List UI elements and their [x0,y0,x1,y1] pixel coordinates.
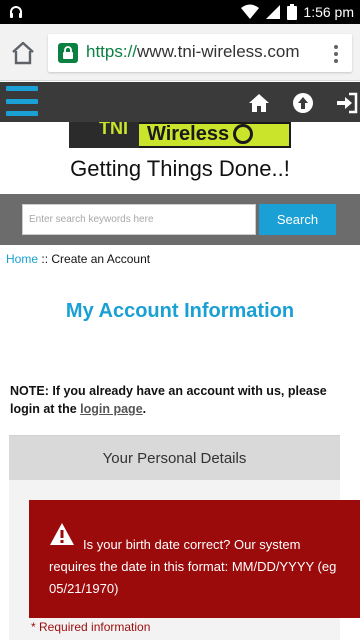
alert-message: Is your birth date correct? Our system r… [49,537,337,596]
required-info-label: * Required information [31,620,151,634]
site-navbar [0,82,360,122]
url-text: https://www.tni-wireless.com [86,42,300,62]
note-text: NOTE: If you already have an account wit… [10,384,327,416]
status-time: 1:56 pm [303,4,354,20]
overflow-menu-icon[interactable] [326,43,346,65]
headset-icon [10,6,22,18]
logo-text: Wireless [147,123,230,145]
scroll-up-icon[interactable] [292,92,314,114]
login-icon[interactable] [336,92,358,114]
breadcrumb-separator: :: [41,252,49,266]
page-title: My Account Information [65,300,295,322]
home-nav-icon[interactable] [248,92,270,114]
screen: 1:56 pm https://www.tni-wireless.com TNI… [0,0,360,640]
login-page-link[interactable]: login page [80,402,143,416]
breadcrumb: Home :: Create an Account [6,252,150,266]
site-tagline: Getting Things Done..! [70,156,290,181]
battery-icon [287,4,298,20]
logo-badge-icon [233,124,253,144]
status-icons: 1:56 pm [241,0,354,24]
breadcrumb-current: Create an Account [51,252,151,266]
search-bar: Enter search keywords here Search [0,194,360,245]
personal-details-header: Your Personal Details [9,435,340,480]
note-suffix: . [142,402,147,416]
wifi-icon [241,4,260,19]
url-scheme: https:// [86,42,138,61]
breadcrumb-home-link[interactable]: Home [6,252,38,266]
signal-icon [266,5,281,19]
hamburger-menu-icon[interactable] [6,84,40,118]
search-input[interactable]: Enter search keywords here [22,204,256,235]
status-bar: 1:56 pm [0,0,360,24]
site-logo[interactable]: TNI Wireless [69,122,291,148]
logo-dark-block: TNI [69,122,139,148]
secure-lock-icon [58,43,78,63]
birth-date-alert: Is your birth date correct? Our system r… [29,500,360,618]
search-button[interactable]: Search [259,204,336,235]
login-note: NOTE: If you already have an account wit… [10,382,355,418]
home-icon[interactable] [10,40,36,66]
address-bar[interactable]: https://www.tni-wireless.com [48,34,352,72]
browser-toolbar: https://www.tni-wireless.com [0,24,360,81]
url-host: www.tni-wireless.com [137,42,300,61]
